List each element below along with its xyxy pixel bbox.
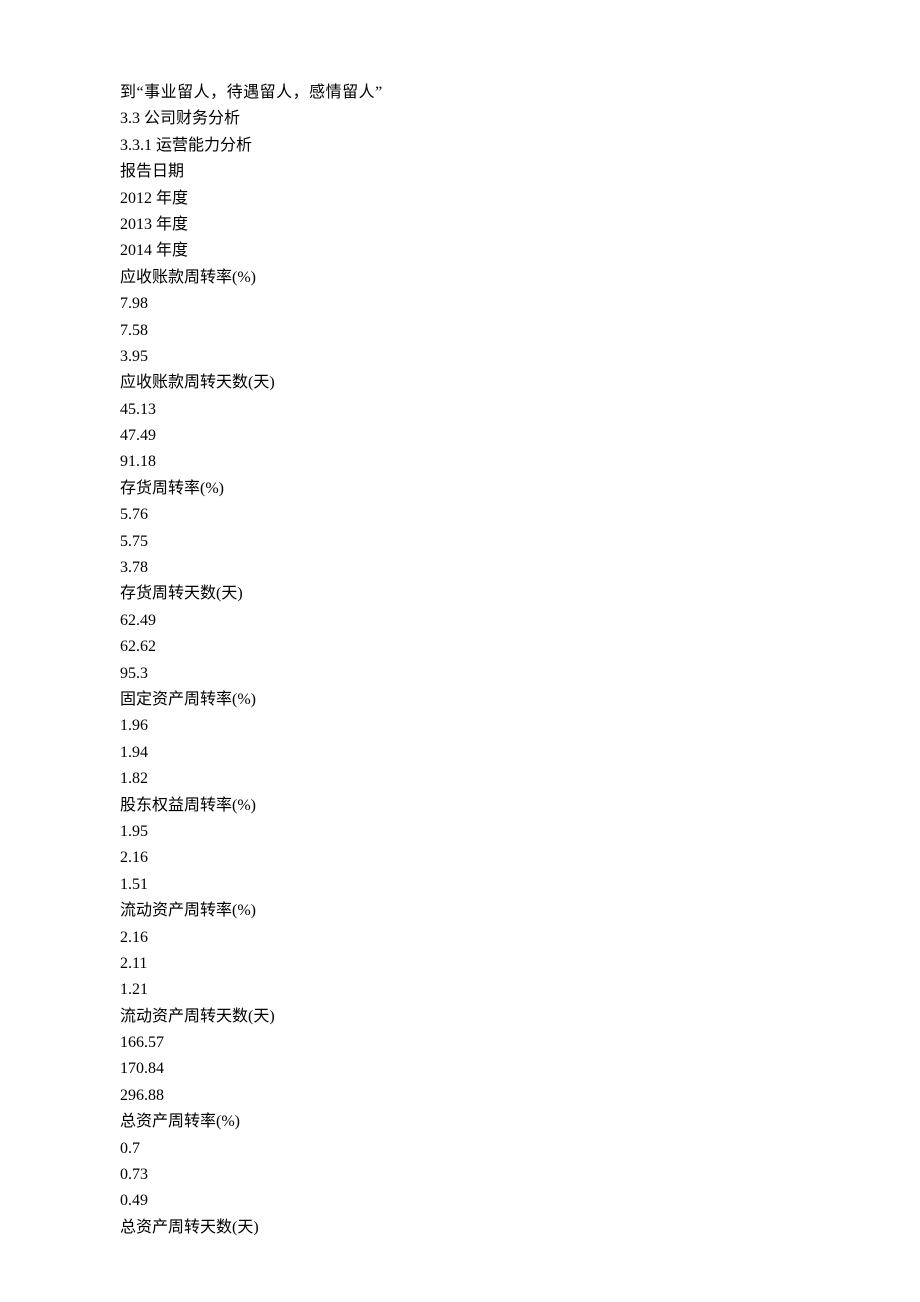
metric-value: 3.95 [120,344,800,370]
metric-value: 95.3 [120,661,800,687]
metric-value: 0.7 [120,1136,800,1162]
metric-value: 0.73 [120,1162,800,1188]
metric-label: 总资产周转率(%) [120,1109,800,1135]
metric-value: 0.49 [120,1188,800,1214]
metric-value: 1.95 [120,819,800,845]
metric-label: 应收账款周转天数(天) [120,370,800,396]
metric-value: 1.51 [120,872,800,898]
metric-label: 股东权益周转率(%) [120,793,800,819]
metric-value: 166.57 [120,1030,800,1056]
metric-value: 2.16 [120,925,800,951]
metric-value: 2.11 [120,951,800,977]
section-heading-3-3-1: 3.3.1 运营能力分析 [120,133,800,159]
metric-value: 296.88 [120,1083,800,1109]
metric-value: 47.49 [120,423,800,449]
metric-value: 62.49 [120,608,800,634]
metric-value: 1.82 [120,766,800,792]
metric-value: 1.21 [120,977,800,1003]
intro-text: 到“事业留人，待遇留人，感情留人” [120,80,800,106]
metric-value: 1.96 [120,713,800,739]
year-item: 2012 年度 [120,186,800,212]
section-heading-3-3: 3.3 公司财务分析 [120,106,800,132]
metric-label: 流动资产周转率(%) [120,898,800,924]
metric-value: 5.75 [120,529,800,555]
metric-label: 固定资产周转率(%) [120,687,800,713]
metric-value: 170.84 [120,1056,800,1082]
metric-label: 存货周转率(%) [120,476,800,502]
metric-value: 7.58 [120,318,800,344]
metric-value: 62.62 [120,634,800,660]
metric-value: 1.94 [120,740,800,766]
metric-value: 45.13 [120,397,800,423]
metric-value: 2.16 [120,845,800,871]
year-item: 2014 年度 [120,238,800,264]
metric-value: 3.78 [120,555,800,581]
metric-value: 91.18 [120,449,800,475]
year-item: 2013 年度 [120,212,800,238]
metric-label: 应收账款周转率(%) [120,265,800,291]
metric-value: 7.98 [120,291,800,317]
report-date-label: 报告日期 [120,159,800,185]
metric-value: 5.76 [120,502,800,528]
metric-label: 存货周转天数(天) [120,581,800,607]
metric-label: 总资产周转天数(天) [120,1215,800,1241]
metric-label: 流动资产周转天数(天) [120,1004,800,1030]
